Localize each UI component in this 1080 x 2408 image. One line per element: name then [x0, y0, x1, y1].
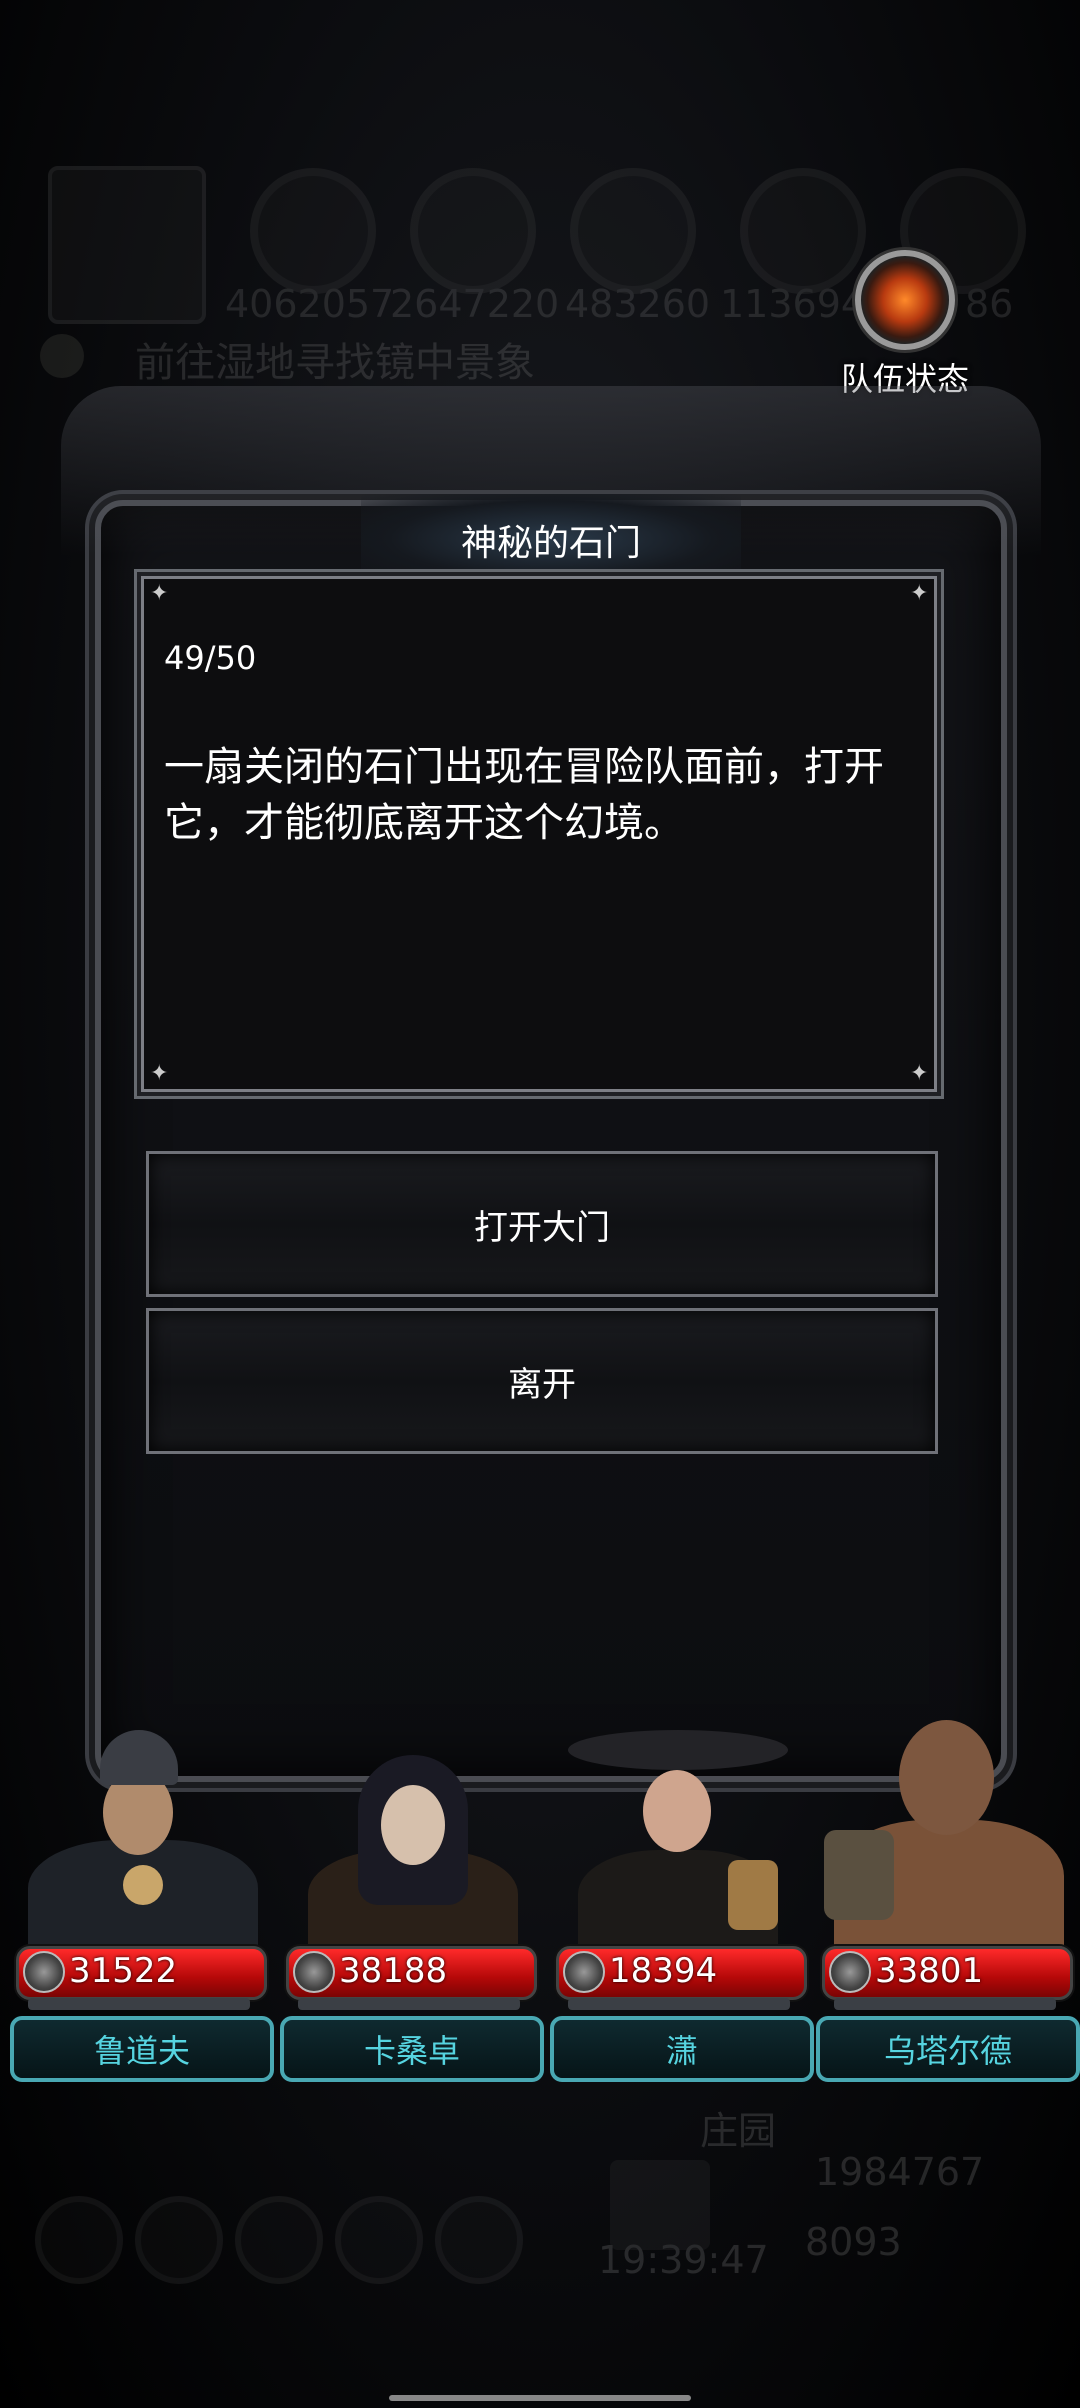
gem-value: 8093	[805, 2220, 902, 2264]
mana-bar	[568, 1998, 790, 2010]
hat	[568, 1730, 788, 1770]
story-panel: ✦ ✦ ✦ ✦ 49/50 一扇关闭的石门出现在冒险队面前，打开它，才能彻底离开…	[141, 576, 937, 1092]
party-bar: 31522 鲁道夫 38188 卡桑卓 18394 潇 33801 乌塔尔德	[0, 1700, 1080, 2082]
resource-value: 2647220	[390, 282, 560, 326]
face	[381, 1785, 445, 1865]
mana-bar	[28, 1998, 250, 2010]
face	[643, 1770, 711, 1852]
event-dialog: 神秘的石门 ✦ ✦ ✦ ✦ 49/50 一扇关闭的石门出现在冒险队面前，打开它，…	[61, 386, 1041, 1782]
hp-icon	[293, 1951, 335, 1993]
member-name: 乌塔尔德	[816, 2016, 1080, 2082]
hp-icon	[829, 1951, 871, 1993]
fire-emblem-icon	[855, 250, 955, 350]
menu-icon	[335, 2196, 423, 2284]
quest-tracker: 前往湿地寻找镜中景象	[40, 330, 535, 388]
party-member[interactable]: 31522 鲁道夫	[8, 1700, 274, 2082]
menu-icon	[435, 2196, 523, 2284]
resource-value: 4062057	[225, 282, 395, 326]
sparkle-icon: ✦	[910, 1061, 929, 1086]
party-member[interactable]: 18394 潇	[548, 1700, 814, 2082]
mana-bar	[298, 1998, 520, 2010]
hp-value: 38188	[339, 1951, 448, 1991]
resource-icon	[570, 168, 696, 294]
story-text: 一扇关闭的石门出现在冒险队面前，打开它，才能彻底离开这个幻境。	[164, 744, 884, 846]
hp-value: 18394	[609, 1951, 718, 1991]
face	[899, 1720, 994, 1835]
gift-icon	[610, 2160, 710, 2250]
member-name: 潇	[550, 2016, 814, 2082]
choice-label: 离开	[508, 1364, 576, 1405]
menu-icon	[235, 2196, 323, 2284]
portrait-rudolf	[8, 1700, 270, 1950]
leave-button[interactable]: 离开	[146, 1308, 938, 1454]
hp-value: 31522	[69, 1951, 178, 1991]
sparkle-icon: ✦	[150, 581, 169, 606]
portrait-utred	[814, 1700, 1076, 1950]
hp-icon	[23, 1951, 65, 1993]
team-status-button[interactable]: 队伍状态	[830, 250, 980, 400]
armor	[728, 1860, 778, 1930]
background-bottom-hud: 庄园 1984767 8093 19:39:47	[0, 2100, 1080, 2350]
sparkle-icon: ✦	[910, 581, 929, 606]
estate-label: 庄园	[700, 2109, 777, 2153]
dialog-title: 神秘的石门	[460, 523, 641, 564]
menu-icon	[135, 2196, 223, 2284]
choice-label: 打开大门	[474, 1207, 610, 1248]
medal	[123, 1865, 163, 1905]
resource-value: 483260	[565, 282, 711, 326]
party-member[interactable]: 33801 乌塔尔德	[814, 1700, 1080, 2082]
member-name: 卡桑卓	[280, 2016, 544, 2082]
hp-value: 33801	[875, 1951, 984, 1991]
home-indicator[interactable]	[389, 2395, 691, 2401]
open-door-button[interactable]: 打开大门	[146, 1151, 938, 1297]
clock: 19:39:47	[598, 2238, 769, 2282]
shoulder-armor	[824, 1830, 894, 1920]
mana-bar	[834, 1998, 1056, 2010]
hp-bar: 18394	[556, 1946, 807, 2000]
quest-icon	[40, 334, 84, 378]
portrait-xiao	[548, 1700, 810, 1950]
helmet	[100, 1730, 178, 1785]
gold-value: 1984767	[815, 2150, 985, 2194]
sparkle-icon: ✦	[150, 1061, 169, 1086]
portrait-cassandra	[278, 1700, 540, 1950]
menu-icon	[35, 2196, 123, 2284]
quest-text: 前往湿地寻找镜中景象	[135, 340, 535, 386]
hero-portrait	[48, 166, 206, 324]
resource-icon	[250, 168, 376, 294]
hp-bar: 31522	[16, 1946, 267, 2000]
hp-bar: 33801	[822, 1946, 1073, 2000]
party-member[interactable]: 38188 卡桑卓	[278, 1700, 544, 2082]
event-counter: 49/50	[164, 639, 257, 677]
hp-bar: 38188	[286, 1946, 537, 2000]
hp-icon	[563, 1951, 605, 1993]
member-name: 鲁道夫	[10, 2016, 274, 2082]
resource-icon	[410, 168, 536, 294]
